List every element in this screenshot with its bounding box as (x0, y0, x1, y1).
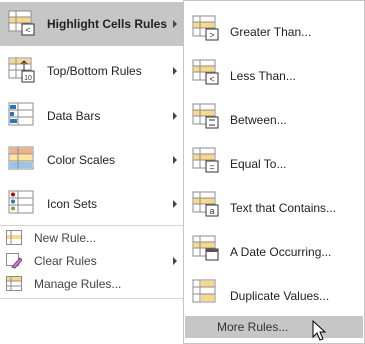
date-occurring-icon (192, 235, 219, 261)
submenu-item-label: Text that Contains... (230, 201, 337, 215)
clear-rules-icon (6, 253, 22, 269)
manage-rules-icon (6, 276, 22, 291)
submenu-item-label: Duplicate Values... (230, 289, 330, 303)
menu-item-label: New Rule... (34, 231, 97, 245)
svg-text:<: < (25, 25, 30, 35)
highlight-cells-rules-icon: < (8, 10, 35, 36)
menu-item-label: Clear Rules (34, 254, 97, 268)
highlight-cells-rules-submenu: > Greater Than... < Less Than... Between… (183, 0, 365, 344)
menu-item-color-scales[interactable]: Color Scales (0, 138, 185, 182)
submenu-item-between[interactable]: Between... (184, 97, 364, 141)
new-rule-icon (6, 230, 22, 245)
duplicate-values-icon (192, 279, 216, 303)
submenu-item-less-than[interactable]: < Less Than... (184, 53, 364, 97)
greater-than-icon: > (192, 15, 219, 41)
submenu-item-duplicate-values[interactable]: Duplicate Values... (184, 273, 364, 317)
menu-item-new-rule[interactable]: New Rule... (0, 227, 185, 249)
chevron-right-icon (173, 257, 177, 265)
chevron-right-icon (173, 67, 177, 75)
submenu-item-text-contains[interactable]: a Text that Contains... (184, 185, 364, 229)
top-bottom-rules-icon: 10 (8, 57, 35, 83)
menu-item-highlight-cells-rules[interactable]: < Highlight Cells Rules (0, 2, 185, 46)
menu-item-label: Highlight Cells Rules (47, 17, 168, 31)
menu-item-label: Color Scales (47, 153, 116, 167)
equal-to-icon: = (192, 147, 219, 173)
menu-item-label: Top/Bottom Rules (47, 64, 142, 78)
icon-sets-icon (8, 190, 34, 214)
menu-item-data-bars[interactable]: Data Bars (0, 94, 185, 138)
submenu-item-label: A Date Occurring... (230, 245, 332, 259)
menu-item-manage-rules[interactable]: Manage Rules... (0, 273, 185, 295)
mouse-pointer-icon (312, 320, 327, 341)
svg-text:a: a (209, 206, 214, 216)
svg-text:=: = (209, 162, 214, 172)
menu-item-top-bottom-rules[interactable]: 10 Top/Bottom Rules (0, 49, 185, 93)
color-scales-icon (8, 146, 34, 170)
between-icon (192, 103, 219, 129)
submenu-item-label: More Rules... (217, 320, 289, 334)
chevron-right-icon (173, 156, 177, 164)
data-bars-icon (8, 102, 34, 126)
submenu-item-label: Between... (230, 113, 287, 127)
conditional-formatting-menu: < Highlight Cells Rules 10 Top/Bottom Ru… (0, 0, 187, 299)
submenu-item-greater-than[interactable]: > Greater Than... (184, 9, 364, 53)
chevron-right-icon (173, 200, 177, 208)
submenu-item-equal-to[interactable]: = Equal To... (184, 141, 364, 185)
text-contains-icon: a (192, 191, 219, 217)
less-than-icon: < (192, 59, 219, 85)
svg-text:>: > (209, 30, 214, 40)
chevron-right-icon (173, 112, 177, 120)
submenu-item-date-occurring[interactable]: A Date Occurring... (184, 229, 364, 273)
submenu-item-label: Less Than... (230, 69, 296, 83)
menu-item-icon-sets[interactable]: Icon Sets (0, 182, 185, 226)
menu-item-label: Data Bars (47, 109, 101, 123)
menu-item-label: Icon Sets (47, 197, 98, 211)
svg-text:<: < (209, 74, 214, 84)
chevron-right-icon (173, 20, 177, 28)
submenu-item-more-rules[interactable]: More Rules... (185, 316, 363, 338)
menu-item-clear-rules[interactable]: Clear Rules (0, 250, 185, 272)
submenu-item-label: Greater Than... (230, 25, 312, 39)
menu-separator (0, 225, 185, 226)
svg-text:10: 10 (24, 75, 32, 82)
submenu-item-label: Equal To... (230, 157, 287, 171)
menu-item-label: Manage Rules... (34, 277, 122, 291)
